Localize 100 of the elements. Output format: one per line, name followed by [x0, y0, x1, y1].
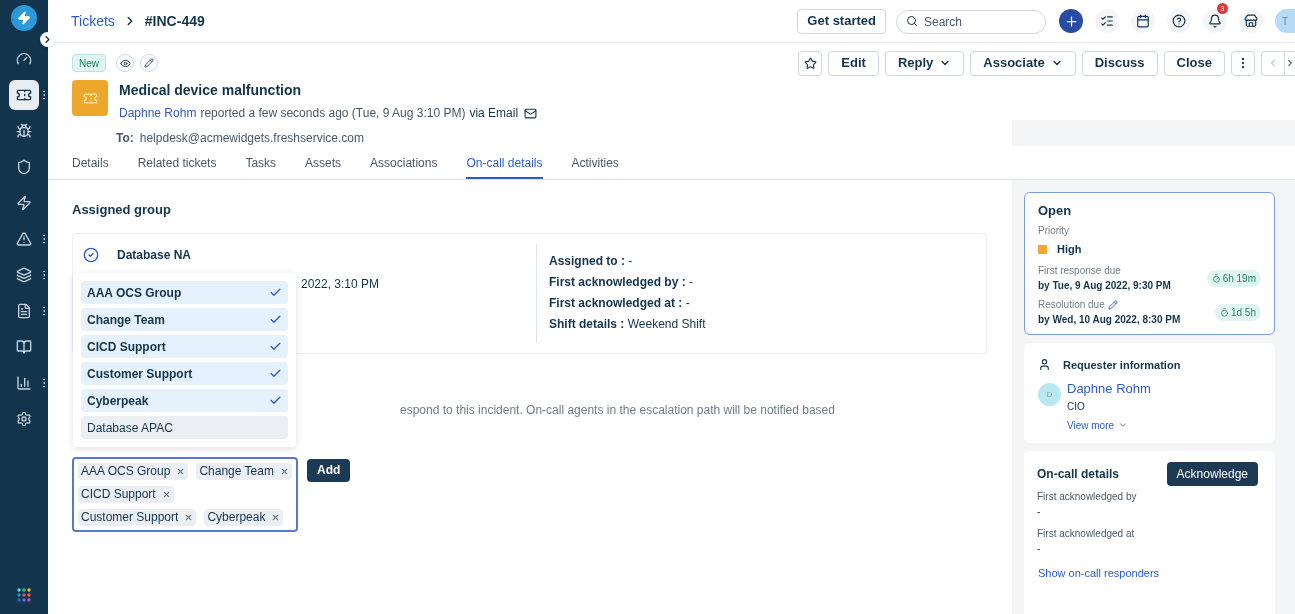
dropdown-option[interactable]: Customer Support: [81, 362, 288, 385]
document-icon: [16, 303, 32, 319]
reported-text: reported a few seconds ago (Tue, 9 Aug 3:10 PM): [200, 105, 466, 122]
status-badge: New: [72, 54, 106, 72]
add-button[interactable]: [1059, 9, 1083, 33]
to-address: helpdesk@acmewidgets.freshservice.com: [139, 130, 365, 147]
view-more-link[interactable]: View more: [1067, 417, 1151, 433]
gauge-icon: [16, 51, 32, 67]
due-date: by Tue, 9 Aug 2022, 9:30 PM: [1038, 279, 1171, 292]
action-button[interactable]: Reply: [884, 50, 965, 76]
card-heading: Requester information: [1063, 357, 1181, 373]
tag: Cyberpeak: [204, 508, 284, 526]
chevron-down-icon: [1118, 420, 1129, 430]
shield-icon: [16, 159, 32, 175]
add-button[interactable]: Add: [307, 458, 351, 482]
breadcrumb-link[interactable]: Tickets: [71, 10, 115, 32]
tab[interactable]: Activities: [571, 149, 619, 179]
priority-swatch: [1038, 244, 1047, 254]
field-label: First acknowledged by: [1037, 490, 1138, 503]
settings-icon: [16, 411, 32, 427]
requester-link[interactable]: Daphne Rohm: [119, 104, 197, 122]
field-value: -: [1037, 542, 1042, 555]
remove-icon: [184, 512, 194, 522]
check-icon: [269, 286, 282, 299]
status-title: Open: [1038, 203, 1073, 219]
dropdown-option[interactable]: Cyberpeak: [81, 389, 288, 412]
dropdown-option[interactable]: CICD Support: [81, 335, 288, 358]
dropdown-option[interactable]: AAA OCS Group: [81, 281, 288, 304]
help-text: espond to this incident. On-call agents in the escalation path will be notified based: [400, 401, 836, 419]
detail-field: First acknowledged at : -: [549, 295, 976, 310]
action-button[interactable]: Discuss: [1081, 50, 1158, 76]
tab[interactable]: Details: [72, 149, 109, 179]
detail-field: Shift details : Weekend Shift: [549, 316, 976, 331]
tag: Customer Support: [78, 508, 197, 526]
tab[interactable]: On-call details: [466, 149, 543, 179]
dropdown-option[interactable]: Database APAC: [81, 416, 288, 439]
tag: AAA OCS Group: [78, 462, 189, 480]
ticket-title: Medical device malfunction: [119, 81, 303, 99]
plus-icon: [1063, 13, 1079, 29]
remove-icon: [176, 466, 186, 476]
due-label: First response due: [1038, 264, 1121, 277]
expand-button[interactable]: [40, 32, 55, 47]
due-label: Resolution due: [1038, 298, 1105, 311]
logo-icon[interactable]: [11, 5, 37, 31]
bell-icon: [1208, 14, 1222, 28]
ticket-type-icon: [72, 80, 108, 116]
tag-input[interactable]: AAA OCS Group Change Team CICD Support Customer Support Cyberpeak: [72, 456, 298, 532]
search-icon: [906, 15, 918, 27]
action-button[interactable]: Edit: [828, 50, 879, 76]
bug-icon: [16, 123, 32, 139]
help-icon[interactable]: [1167, 9, 1191, 33]
check-icon: [269, 340, 282, 353]
book-icon: [16, 339, 32, 355]
tab[interactable]: Assets: [305, 149, 342, 179]
detail-field: First acknowledged by : -: [549, 274, 976, 289]
notifications-icon[interactable]: [1203, 9, 1227, 33]
remove-icon: [279, 466, 289, 476]
remove-icon: [161, 489, 171, 499]
store-icon[interactable]: [1239, 9, 1263, 33]
dropdown-option[interactable]: Change Team: [81, 308, 288, 331]
timer-badge: 1d 5h: [1214, 303, 1261, 321]
due-date: by Wed, 10 Aug 2022, 8:30 PM: [1038, 313, 1181, 326]
created-date: 2022, 3:10 PM: [301, 275, 381, 293]
requester-link[interactable]: Daphne Rohm: [1067, 379, 1151, 399]
calendar-icon[interactable]: [1131, 9, 1155, 33]
action-button[interactable]: Close: [1163, 50, 1225, 76]
check-icon: [269, 394, 282, 407]
chevron-right-icon: [42, 34, 53, 45]
remove-icon: [271, 512, 281, 522]
tab[interactable]: Tasks: [245, 149, 277, 179]
bolt-icon: [16, 195, 32, 211]
channel-text: via Email: [469, 105, 519, 122]
apps-icon[interactable]: [17, 588, 31, 602]
field-label: First acknowledged at: [1037, 527, 1136, 540]
timer-badge: 6h 19m: [1206, 269, 1261, 287]
priority-label: Priority: [1038, 224, 1071, 238]
section-heading: Assigned group: [72, 201, 172, 219]
edit-icon[interactable]: [1107, 299, 1118, 310]
mail-icon: [524, 106, 538, 120]
checklist-icon[interactable]: [1095, 9, 1119, 33]
requester-role: CIO: [1067, 399, 1086, 414]
sidebar-item[interactable]: [9, 80, 39, 110]
layers-icon: [16, 267, 32, 283]
ticket-icon: [16, 87, 32, 103]
tab[interactable]: Associations: [370, 149, 438, 179]
tag: CICD Support: [78, 485, 174, 503]
card-heading: On-call details: [1037, 465, 1120, 483]
warning-icon: [16, 231, 32, 247]
avatar: D: [1038, 383, 1061, 406]
acknowledge-button[interactable]: Acknowledge: [1166, 461, 1258, 486]
check-icon: [269, 367, 282, 380]
action-button[interactable]: Associate: [970, 50, 1076, 76]
group-name: Database NA: [117, 246, 192, 264]
tab[interactable]: Related tickets: [137, 149, 217, 179]
check-icon: [269, 313, 282, 326]
responders-link[interactable]: Show on-call responders: [1038, 564, 1262, 581]
get-started-button[interactable]: Get started: [797, 8, 886, 34]
search-field[interactable]: Search: [896, 10, 1046, 34]
priority-value: High: [1057, 242, 1082, 257]
person-icon: [1038, 358, 1051, 372]
